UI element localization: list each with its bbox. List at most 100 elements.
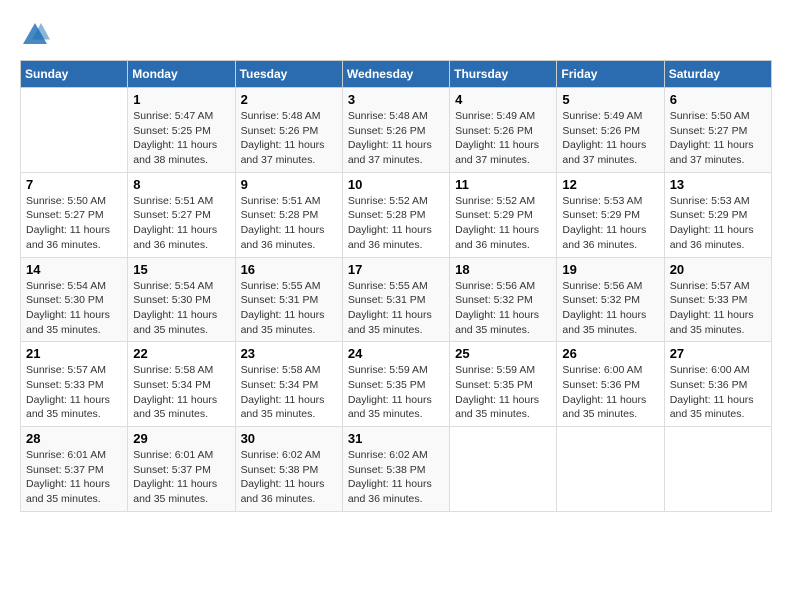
calendar-cell: 1 Sunrise: 5:47 AM Sunset: 5:25 PM Daylig…: [128, 88, 235, 173]
calendar-cell: 6 Sunrise: 5:50 AM Sunset: 5:27 PM Daylig…: [664, 88, 771, 173]
day-number: 12: [562, 177, 658, 192]
day-info: Sunrise: 5:49 AM Sunset: 5:26 PM Dayligh…: [562, 109, 658, 168]
day-number: 17: [348, 262, 444, 277]
calendar-cell: 10Sunrise: 5:52 AM Sunset: 5:28 PM Dayli…: [342, 172, 449, 257]
calendar-cell: 17 Sunrise: 5:55 AM Sunset: 5:31 PM Dayli…: [342, 257, 449, 342]
day-number: 15: [133, 262, 229, 277]
day-info: Sunrise: 5:58 AM Sunset: 5:34 PM Dayligh…: [241, 363, 337, 422]
calendar-cell: 28 Sunrise: 6:01 AM Sunset: 5:37 PM Dayli…: [21, 427, 128, 512]
days-of-week-row: SundayMondayTuesdayWednesdayThursdayFrid…: [21, 61, 772, 88]
day-of-week-header: Friday: [557, 61, 664, 88]
day-of-week-header: Wednesday: [342, 61, 449, 88]
calendar-cell: [557, 427, 664, 512]
day-number: 1: [133, 92, 229, 107]
day-number: 13: [670, 177, 766, 192]
day-number: 18: [455, 262, 551, 277]
day-info: Sunrise: 5:59 AM Sunset: 5:35 PM Dayligh…: [455, 363, 551, 422]
calendar-week-row: 7Sunrise: 5:50 AM Sunset: 5:27 PM Daylig…: [21, 172, 772, 257]
day-info: Sunrise: 6:01 AM Sunset: 5:37 PM Dayligh…: [133, 448, 229, 507]
logo-icon: [20, 20, 50, 50]
day-number: 6: [670, 92, 766, 107]
calendar-cell: 31 Sunrise: 6:02 AM Sunset: 5:38 PM Dayli…: [342, 427, 449, 512]
day-info: Sunrise: 5:53 AM Sunset: 5:29 PM Dayligh…: [670, 194, 766, 253]
calendar-week-row: 14Sunrise: 5:54 AM Sunset: 5:30 PM Dayli…: [21, 257, 772, 342]
calendar-cell: 8 Sunrise: 5:51 AM Sunset: 5:27 PM Daylig…: [128, 172, 235, 257]
calendar-cell: 12Sunrise: 5:53 AM Sunset: 5:29 PM Dayli…: [557, 172, 664, 257]
calendar-week-row: 21Sunrise: 5:57 AM Sunset: 5:33 PM Dayli…: [21, 342, 772, 427]
day-number: 11: [455, 177, 551, 192]
calendar-cell: 18 Sunrise: 5:56 AM Sunset: 5:32 PM Dayli…: [450, 257, 557, 342]
day-info: Sunrise: 5:55 AM Sunset: 5:31 PM Dayligh…: [348, 279, 444, 338]
day-info: Sunrise: 6:02 AM Sunset: 5:38 PM Dayligh…: [241, 448, 337, 507]
day-number: 30: [241, 431, 337, 446]
day-info: Sunrise: 6:01 AM Sunset: 5:37 PM Dayligh…: [26, 448, 122, 507]
day-of-week-header: Monday: [128, 61, 235, 88]
day-info: Sunrise: 5:50 AM Sunset: 5:27 PM Dayligh…: [670, 109, 766, 168]
day-number: 7: [26, 177, 122, 192]
calendar-cell: 20 Sunrise: 5:57 AM Sunset: 5:33 PM Dayli…: [664, 257, 771, 342]
logo: [20, 20, 54, 50]
day-info: Sunrise: 5:51 AM Sunset: 5:27 PM Dayligh…: [133, 194, 229, 253]
day-number: 19: [562, 262, 658, 277]
calendar-cell: [21, 88, 128, 173]
day-number: 3: [348, 92, 444, 107]
calendar-cell: 27Sunrise: 6:00 AM Sunset: 5:36 PM Dayli…: [664, 342, 771, 427]
calendar-cell: 25 Sunrise: 5:59 AM Sunset: 5:35 PM Dayli…: [450, 342, 557, 427]
day-of-week-header: Thursday: [450, 61, 557, 88]
day-number: 4: [455, 92, 551, 107]
calendar-cell: [450, 427, 557, 512]
calendar-cell: 22Sunrise: 5:58 AM Sunset: 5:34 PM Dayli…: [128, 342, 235, 427]
day-info: Sunrise: 5:52 AM Sunset: 5:29 PM Dayligh…: [455, 194, 551, 253]
page-header: [20, 20, 772, 50]
day-info: Sunrise: 6:02 AM Sunset: 5:38 PM Dayligh…: [348, 448, 444, 507]
calendar-cell: 21Sunrise: 5:57 AM Sunset: 5:33 PM Dayli…: [21, 342, 128, 427]
day-number: 25: [455, 346, 551, 361]
day-info: Sunrise: 5:51 AM Sunset: 5:28 PM Dayligh…: [241, 194, 337, 253]
day-number: 31: [348, 431, 444, 446]
calendar-cell: 26 Sunrise: 6:00 AM Sunset: 5:36 PM Dayli…: [557, 342, 664, 427]
calendar-cell: 30 Sunrise: 6:02 AM Sunset: 5:38 PM Dayli…: [235, 427, 342, 512]
day-info: Sunrise: 6:00 AM Sunset: 5:36 PM Dayligh…: [562, 363, 658, 422]
day-number: 20: [670, 262, 766, 277]
day-number: 29: [133, 431, 229, 446]
day-number: 8: [133, 177, 229, 192]
calendar-cell: 2 Sunrise: 5:48 AM Sunset: 5:26 PM Daylig…: [235, 88, 342, 173]
day-info: Sunrise: 6:00 AM Sunset: 5:36 PM Dayligh…: [670, 363, 766, 422]
day-info: Sunrise: 5:54 AM Sunset: 5:30 PM Dayligh…: [133, 279, 229, 338]
calendar-cell: 29 Sunrise: 6:01 AM Sunset: 5:37 PM Dayli…: [128, 427, 235, 512]
day-number: 2: [241, 92, 337, 107]
day-info: Sunrise: 5:58 AM Sunset: 5:34 PM Dayligh…: [133, 363, 229, 422]
day-info: Sunrise: 5:54 AM Sunset: 5:30 PM Dayligh…: [26, 279, 122, 338]
calendar-cell: 9 Sunrise: 5:51 AM Sunset: 5:28 PM Daylig…: [235, 172, 342, 257]
calendar-header: SundayMondayTuesdayWednesdayThursdayFrid…: [21, 61, 772, 88]
day-info: Sunrise: 5:55 AM Sunset: 5:31 PM Dayligh…: [241, 279, 337, 338]
day-info: Sunrise: 5:47 AM Sunset: 5:25 PM Dayligh…: [133, 109, 229, 168]
calendar-week-row: 1 Sunrise: 5:47 AM Sunset: 5:25 PM Daylig…: [21, 88, 772, 173]
calendar-cell: 23 Sunrise: 5:58 AM Sunset: 5:34 PM Dayli…: [235, 342, 342, 427]
day-number: 23: [241, 346, 337, 361]
calendar-cell: 7Sunrise: 5:50 AM Sunset: 5:27 PM Daylig…: [21, 172, 128, 257]
day-info: Sunrise: 5:48 AM Sunset: 5:26 PM Dayligh…: [348, 109, 444, 168]
day-number: 26: [562, 346, 658, 361]
calendar-cell: [664, 427, 771, 512]
day-number: 9: [241, 177, 337, 192]
day-info: Sunrise: 5:48 AM Sunset: 5:26 PM Dayligh…: [241, 109, 337, 168]
day-info: Sunrise: 5:52 AM Sunset: 5:28 PM Dayligh…: [348, 194, 444, 253]
day-info: Sunrise: 5:56 AM Sunset: 5:32 PM Dayligh…: [455, 279, 551, 338]
day-info: Sunrise: 5:59 AM Sunset: 5:35 PM Dayligh…: [348, 363, 444, 422]
day-number: 28: [26, 431, 122, 446]
calendar-cell: 11 Sunrise: 5:52 AM Sunset: 5:29 PM Dayli…: [450, 172, 557, 257]
day-info: Sunrise: 5:57 AM Sunset: 5:33 PM Dayligh…: [670, 279, 766, 338]
day-number: 5: [562, 92, 658, 107]
calendar-week-row: 28 Sunrise: 6:01 AM Sunset: 5:37 PM Dayli…: [21, 427, 772, 512]
calendar-cell: 13 Sunrise: 5:53 AM Sunset: 5:29 PM Dayli…: [664, 172, 771, 257]
day-of-week-header: Sunday: [21, 61, 128, 88]
day-number: 24: [348, 346, 444, 361]
day-info: Sunrise: 5:49 AM Sunset: 5:26 PM Dayligh…: [455, 109, 551, 168]
calendar-cell: 16Sunrise: 5:55 AM Sunset: 5:31 PM Dayli…: [235, 257, 342, 342]
calendar-cell: 19Sunrise: 5:56 AM Sunset: 5:32 PM Dayli…: [557, 257, 664, 342]
calendar-cell: 15 Sunrise: 5:54 AM Sunset: 5:30 PM Dayli…: [128, 257, 235, 342]
calendar-table: SundayMondayTuesdayWednesdayThursdayFrid…: [20, 60, 772, 512]
calendar-cell: 24 Sunrise: 5:59 AM Sunset: 5:35 PM Dayli…: [342, 342, 449, 427]
calendar-body: 1 Sunrise: 5:47 AM Sunset: 5:25 PM Daylig…: [21, 88, 772, 512]
